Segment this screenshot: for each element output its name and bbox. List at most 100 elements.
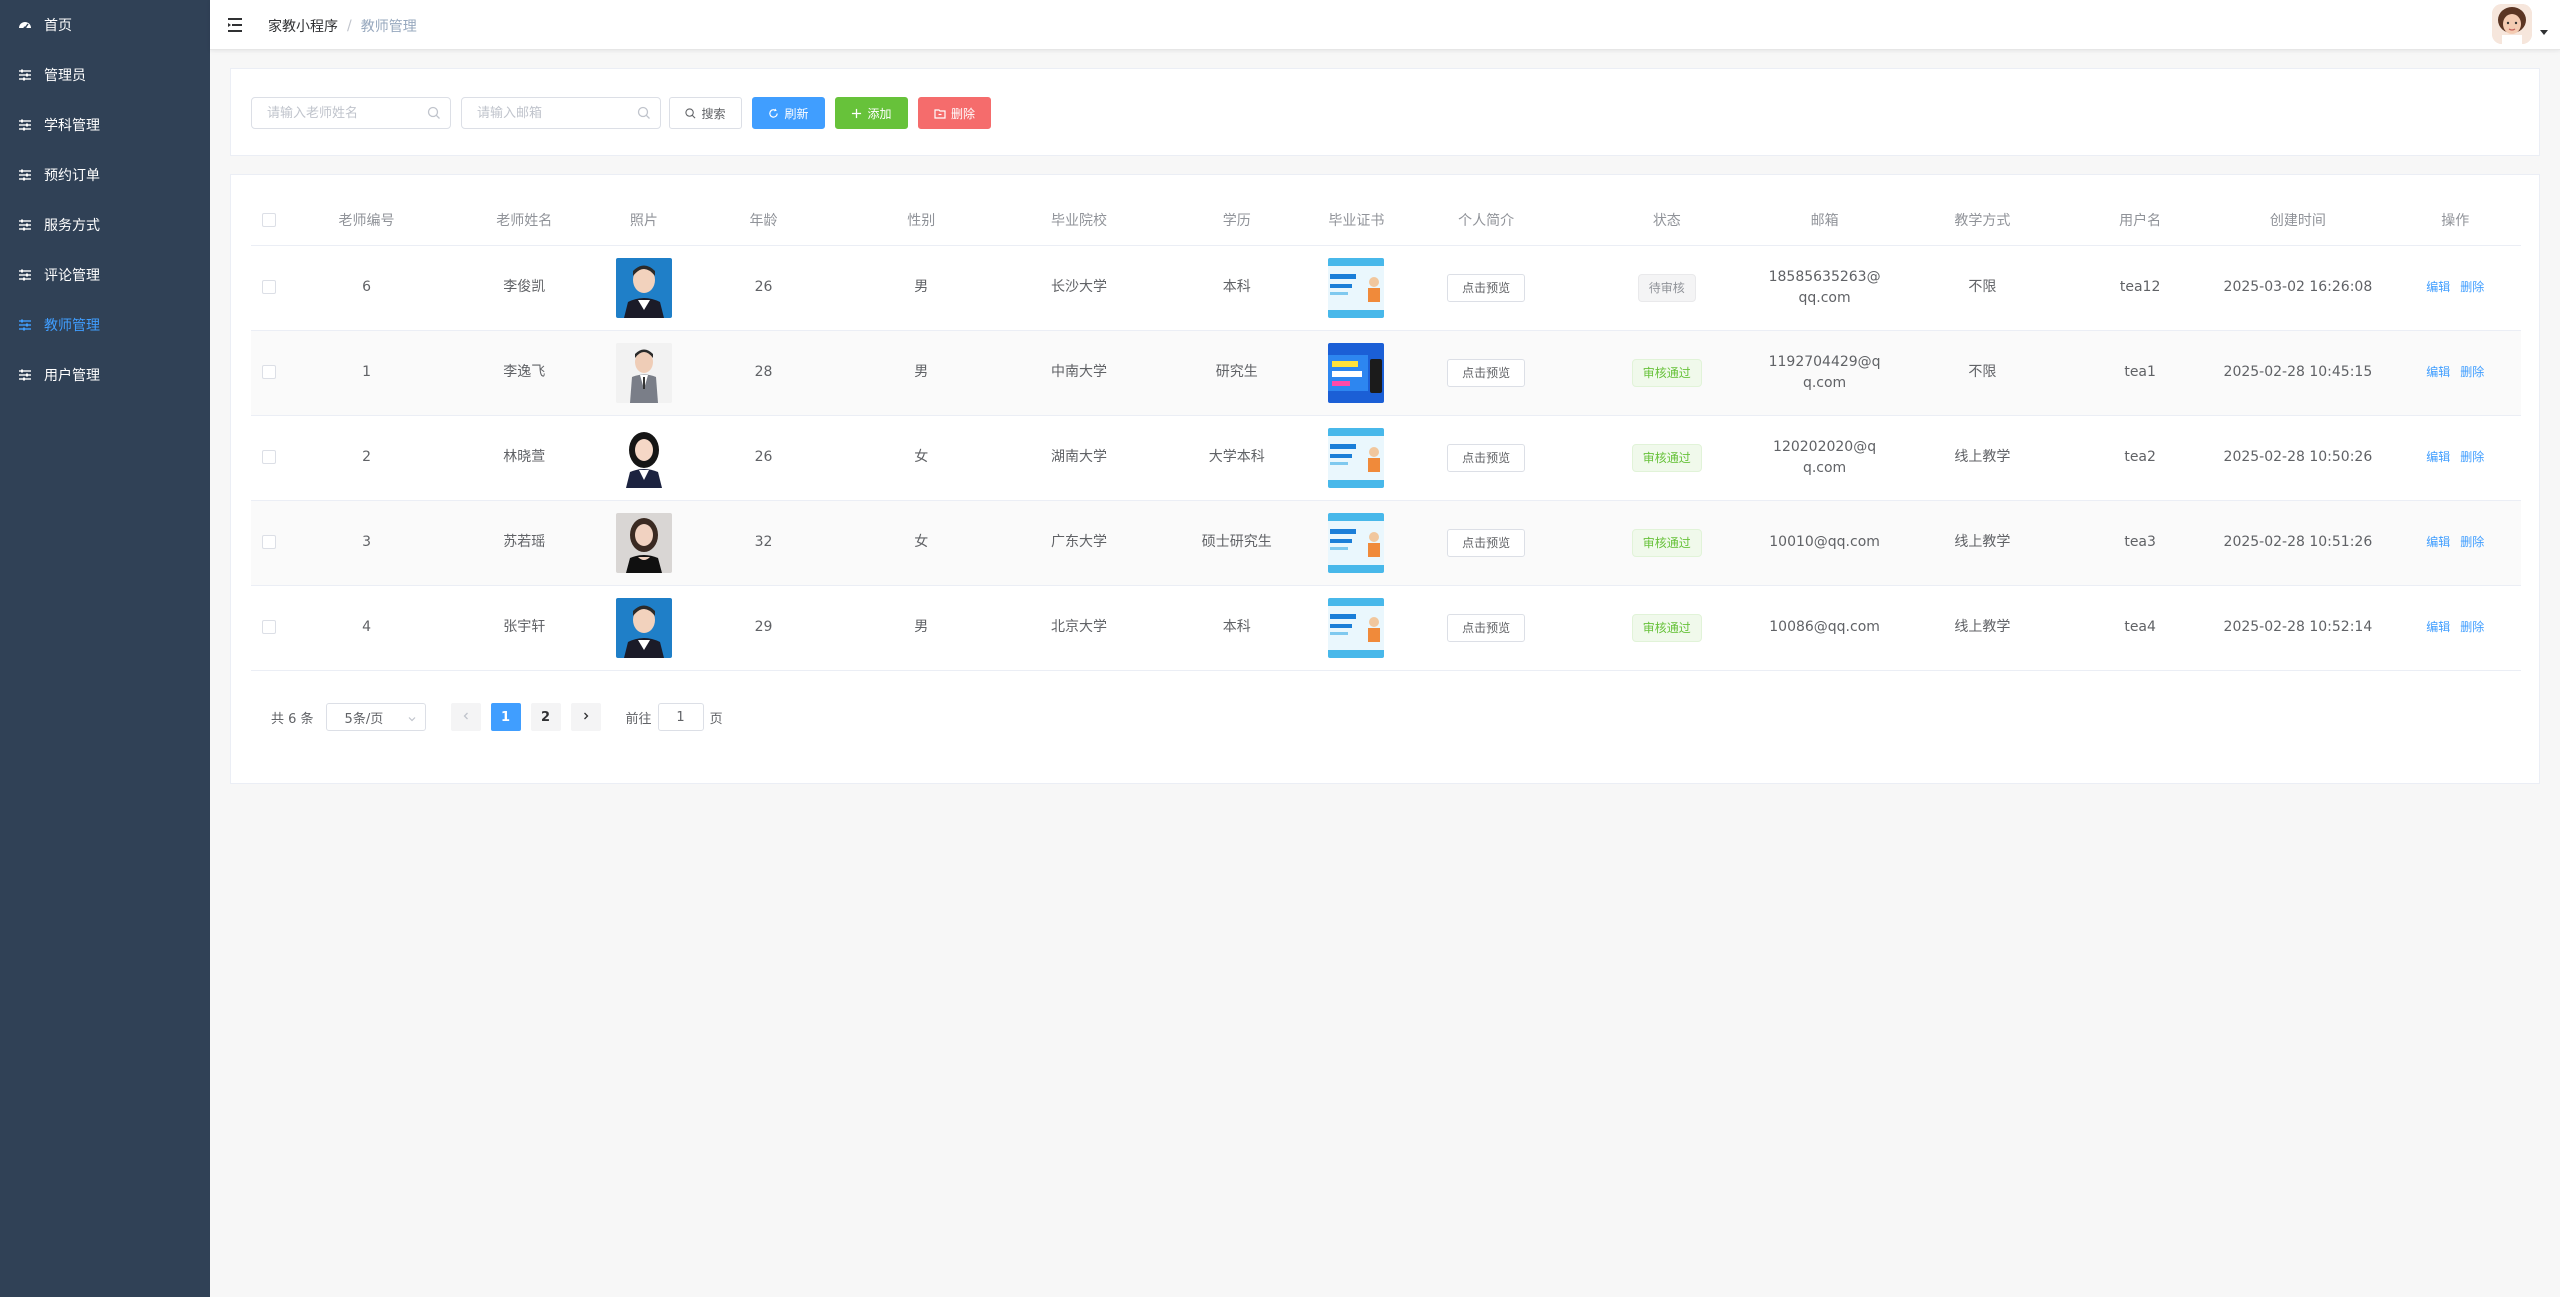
caret-down-icon[interactable] [2540, 30, 2548, 35]
teacher-id-cell: 6 [287, 245, 446, 331]
search-button[interactable]: 搜索 [669, 97, 742, 129]
sidebar-item-label: 管理员 [44, 68, 86, 84]
search-button-label: 搜索 [701, 106, 726, 121]
gender-cell: 男 [842, 585, 1001, 671]
column-header: 照片 [603, 195, 685, 246]
page-size-value: 5条/页 [344, 711, 384, 727]
delete-link[interactable]: 删除 [2460, 365, 2484, 379]
sidebar-item-0[interactable]: 首页 [0, 0, 210, 50]
sliders-icon [18, 168, 32, 182]
search-panel: 搜索 刷新 添加 删除 [230, 68, 2540, 156]
certificate-image[interactable] [1328, 257, 1385, 318]
sidebar-item-1[interactable]: 管理员 [0, 50, 210, 100]
teacher-photo[interactable] [615, 597, 672, 658]
photo-cell [603, 585, 685, 671]
row-checkbox[interactable] [262, 280, 277, 294]
column-header: 创建时间 [2206, 195, 2390, 246]
age-cell: 26 [684, 245, 843, 331]
sidebar-item-4[interactable]: 服务方式 [0, 200, 210, 250]
certificate-image[interactable] [1328, 342, 1385, 403]
table-row: 1 李逸飞 28 男中南大学 研究生 点击预览 审核通过 1192704429@qq.com 不… [251, 330, 2521, 416]
refresh-button-label: 刷新 [784, 106, 809, 121]
breadcrumb-home[interactable]: 家教小程序 [268, 16, 338, 36]
certificate-image[interactable] [1328, 512, 1385, 573]
edit-link[interactable]: 编辑 [2426, 535, 2450, 549]
certificate-image[interactable] [1328, 427, 1385, 488]
row-select-cell [251, 245, 288, 331]
sidebar-item-7[interactable]: 用户管理 [0, 350, 210, 400]
teaching-mode-cell: 不限 [1890, 330, 2074, 416]
created-time-cell: 2025-02-28 10:45:15 [2206, 330, 2390, 416]
delete-link[interactable]: 删除 [2460, 620, 2484, 634]
username-cell: tea12 [2073, 245, 2207, 331]
actions-cell: 编辑 删除 [2389, 500, 2521, 586]
gender-cell: 男 [842, 245, 1001, 331]
sidebar-item-6[interactable]: 教师管理 [0, 300, 210, 350]
teacher-table-panel: 老师编号 老师姓名 照片 年龄 性别 毕业院校 学历 毕业证书 个人简介 状态 邮箱 教学方式 用户名创… [230, 174, 2540, 784]
preview-button[interactable]: 点击预览 [1447, 273, 1526, 302]
username-cell: tea3 [2073, 500, 2207, 586]
certificate-image[interactable] [1328, 597, 1385, 658]
teacher-photo[interactable] [615, 342, 672, 403]
sidebar-item-label: 学科管理 [44, 118, 100, 134]
edit-link[interactable]: 编辑 [2426, 620, 2450, 634]
table-row: 4 张宇轩 29 男北京大学 本科 点击预览 审核通过 10086@qq.com 线上教学 tea… [251, 585, 2521, 671]
row-checkbox[interactable] [262, 450, 277, 464]
profile-cell: 点击预览 [1397, 500, 1576, 586]
certificate-cell [1315, 500, 1398, 586]
preview-button[interactable]: 点击预览 [1447, 613, 1526, 642]
teacher-photo[interactable] [615, 512, 672, 573]
profile-cell: 点击预览 [1397, 245, 1576, 331]
teacher-name-cell: 李逸飞 [445, 330, 604, 416]
sliders-icon [18, 218, 32, 232]
teaching-mode-cell: 线上教学 [1890, 585, 2074, 671]
delete-link[interactable]: 删除 [2460, 280, 2484, 294]
batch-delete-button[interactable]: 删除 [918, 97, 991, 129]
teacher-photo[interactable] [615, 427, 672, 488]
sidebar-item-3[interactable]: 预约订单 [0, 150, 210, 200]
delete-folder-icon [934, 108, 946, 119]
edit-link[interactable]: 编辑 [2426, 280, 2450, 294]
page-size-select[interactable]: 5条/页 [325, 703, 426, 731]
next-page-button[interactable] [570, 703, 601, 731]
teacher-name-search-input[interactable] [251, 97, 451, 129]
status-badge: 审核通过 [1631, 443, 1702, 472]
prev-page-button[interactable] [450, 703, 481, 731]
teacher-photo[interactable] [615, 257, 672, 318]
select-all-checkbox[interactable] [262, 212, 277, 227]
preview-button[interactable]: 点击预览 [1447, 528, 1526, 557]
status-badge: 审核通过 [1631, 358, 1702, 387]
status-cell: 审核通过 [1575, 500, 1759, 586]
column-header: 学历 [1157, 195, 1316, 246]
row-checkbox[interactable] [262, 365, 277, 379]
page-button-2[interactable]: 2 [530, 703, 561, 731]
page-button-1[interactable]: 1 [490, 703, 521, 731]
teacher-name-cell: 张宇轩 [445, 585, 604, 671]
email-search-input[interactable] [461, 97, 661, 129]
goto-page-input[interactable] [657, 703, 704, 731]
degree-cell: 本科 [1157, 585, 1316, 671]
hamburger-menu-icon[interactable] [226, 15, 246, 35]
search-icon [637, 106, 651, 120]
add-button[interactable]: 添加 [835, 97, 908, 129]
table-header-row: 老师编号 老师姓名 照片 年龄 性别 毕业院校 学历 毕业证书 个人简介 状态 邮箱 教学方式 用户名创… [251, 195, 2521, 246]
sidebar-item-2[interactable]: 学科管理 [0, 100, 210, 150]
delete-link[interactable]: 删除 [2460, 450, 2484, 464]
profile-cell: 点击预览 [1397, 330, 1576, 416]
row-checkbox[interactable] [262, 535, 277, 549]
edit-link[interactable]: 编辑 [2426, 365, 2450, 379]
actions-cell: 编辑 删除 [2389, 585, 2521, 671]
email-cell: 120202020@qq.com [1758, 415, 1891, 501]
sidebar-item-5[interactable]: 评论管理 [0, 250, 210, 300]
row-checkbox[interactable] [262, 620, 277, 634]
refresh-button[interactable]: 刷新 [752, 97, 825, 129]
teacher-id-cell: 4 [287, 585, 446, 671]
teaching-mode-cell: 线上教学 [1890, 415, 2074, 501]
preview-button[interactable]: 点击预览 [1447, 443, 1526, 472]
avatar[interactable] [2492, 4, 2532, 44]
gender-cell: 女 [842, 415, 1001, 501]
delete-link[interactable]: 删除 [2460, 535, 2484, 549]
edit-link[interactable]: 编辑 [2426, 450, 2450, 464]
preview-button[interactable]: 点击预览 [1447, 358, 1526, 387]
certificate-cell [1315, 330, 1398, 416]
